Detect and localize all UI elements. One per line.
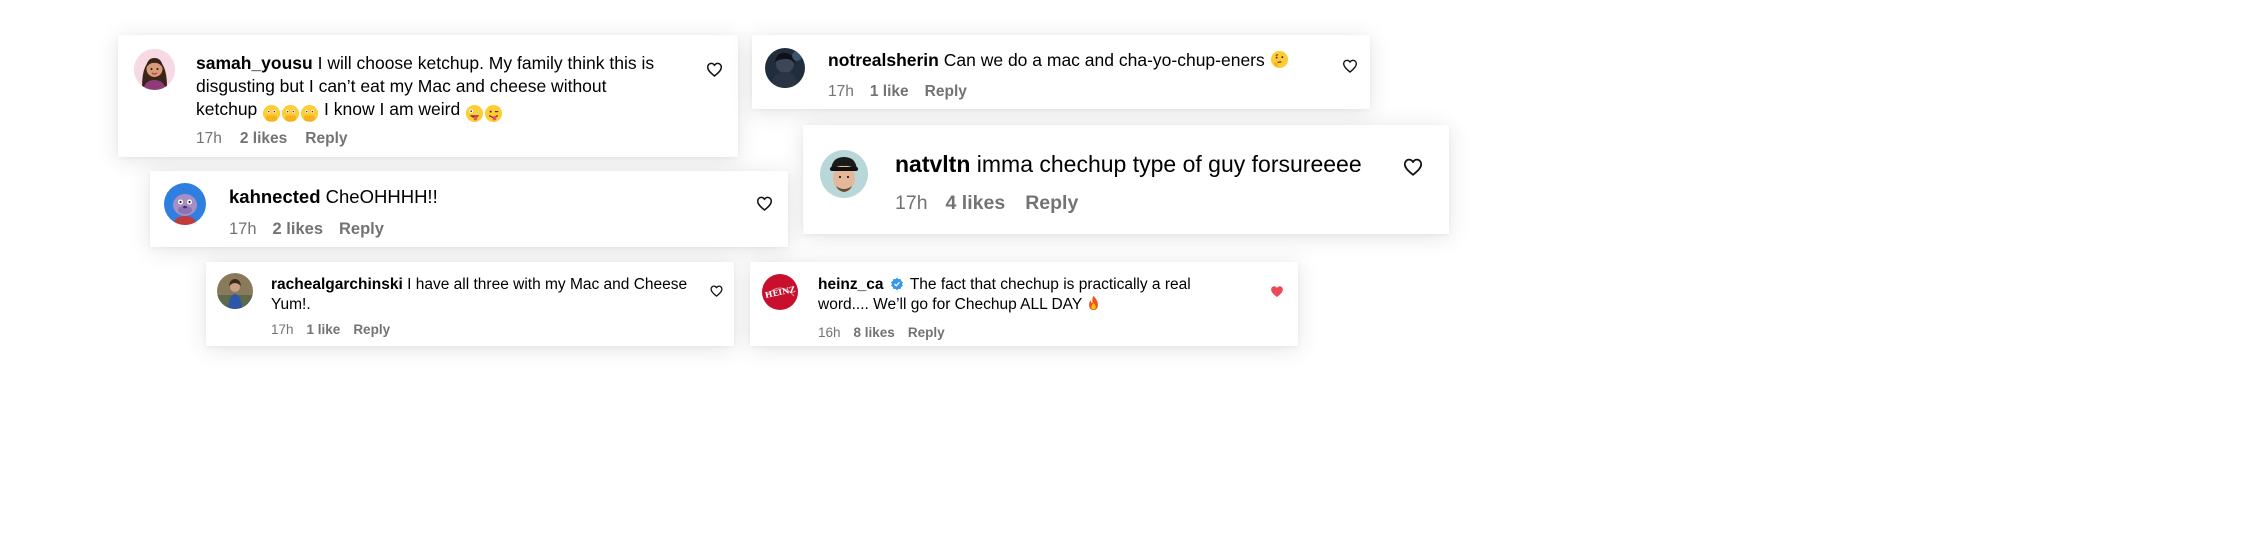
timestamp[interactable]: 17h bbox=[895, 191, 928, 215]
likes-count[interactable]: 4 likes bbox=[946, 191, 1006, 215]
comment-text: ketchup bbox=[196, 99, 258, 119]
comment-body: heinz_ca The fact that chechup is practi… bbox=[818, 275, 1258, 315]
timestamp[interactable]: 16h bbox=[818, 325, 841, 341]
comment-line: samah_yousu I will choose ketchup. My fa… bbox=[196, 52, 696, 75]
comment-meta: 17h 2 likes Reply bbox=[196, 130, 348, 148]
timestamp[interactable]: 17h bbox=[271, 322, 294, 338]
comment-meta: 16h 8 likes Reply bbox=[818, 325, 945, 341]
reply-button[interactable]: Reply bbox=[353, 322, 390, 338]
comment-card-rachealgarchinski: rachealgarchinski I have all three with … bbox=[206, 262, 734, 346]
avatar[interactable] bbox=[134, 49, 175, 90]
timestamp[interactable]: 17h bbox=[229, 219, 257, 239]
flushed-hands-face-icon bbox=[263, 104, 281, 122]
flushed-hands-face-icon bbox=[282, 104, 300, 122]
comment-text: CheOHHHH!! bbox=[325, 186, 438, 207]
reply-button[interactable]: Reply bbox=[908, 325, 945, 341]
likes-count[interactable]: 8 likes bbox=[854, 325, 895, 341]
comment-body: kahnected CheOHHHH!! bbox=[229, 185, 729, 209]
username[interactable]: natvltn bbox=[895, 151, 970, 177]
comment-meta: 17h 4 likes Reply bbox=[895, 191, 1078, 215]
like-heart-icon[interactable] bbox=[706, 62, 723, 77]
reply-button[interactable]: Reply bbox=[1025, 191, 1078, 215]
fire-icon bbox=[1089, 295, 1099, 311]
like-heart-icon[interactable] bbox=[1403, 158, 1423, 176]
comment-card-natvltn: natvltn imma chechup type of guy forsure… bbox=[803, 125, 1449, 234]
comment-text: word.... We’ll go for Chechup ALL DAY bbox=[818, 296, 1082, 313]
comment-text: I have all three with my Mac and Cheese bbox=[407, 276, 688, 293]
comment-text: Can we do a mac and cha-yo-chup-eners bbox=[943, 50, 1265, 70]
likes-count[interactable]: 2 likes bbox=[240, 130, 287, 148]
like-heart-icon[interactable] bbox=[756, 196, 773, 211]
liked-heart-icon[interactable] bbox=[1270, 285, 1284, 298]
reply-button[interactable]: Reply bbox=[925, 83, 967, 101]
comment-line: heinz_ca The fact that chechup is practi… bbox=[818, 275, 1258, 295]
comment-text: The fact that chechup is practically a r… bbox=[909, 276, 1191, 293]
comment-card-heinz: HEINZ heinz_ca The fact that chechup is … bbox=[750, 262, 1298, 346]
emoji-group bbox=[262, 101, 319, 124]
avatar[interactable] bbox=[820, 150, 868, 198]
reply-button[interactable]: Reply bbox=[305, 130, 347, 148]
thinking-face-icon bbox=[1270, 50, 1288, 69]
flushed-hands-face-icon bbox=[301, 104, 319, 122]
comment-line: word.... We’ll go for Chechup ALL DAY bbox=[818, 295, 1258, 315]
comment-text: I know I am weird bbox=[324, 99, 461, 119]
verified-badge-icon bbox=[890, 277, 903, 291]
comment-meta: 17h 2 likes Reply bbox=[229, 219, 384, 239]
comment-meta: 17h 1 like Reply bbox=[271, 322, 390, 338]
username[interactable]: notrealsherin bbox=[828, 50, 939, 70]
username[interactable]: rachealgarchinski bbox=[271, 276, 403, 293]
comment-card-samah: samah_yousu I will choose ketchup. My fa… bbox=[118, 35, 738, 157]
zany-face-icon bbox=[466, 104, 484, 122]
likes-count[interactable]: 1 like bbox=[307, 322, 341, 338]
avatar[interactable] bbox=[164, 183, 206, 225]
username[interactable]: kahnected bbox=[229, 186, 321, 207]
comment-card-notrealsherin: notrealsherin Can we do a mac and cha-yo… bbox=[752, 35, 1370, 109]
username[interactable]: samah_yousu bbox=[196, 53, 313, 73]
timestamp[interactable]: 17h bbox=[196, 130, 222, 148]
comment-line: rachealgarchinski I have all three with … bbox=[271, 275, 711, 295]
comment-body: samah_yousu I will choose ketchup. My fa… bbox=[196, 52, 696, 124]
comment-text: disgusting but I can’t eat my Mac and ch… bbox=[196, 76, 607, 96]
comment-meta: 17h 1 like Reply bbox=[828, 83, 967, 101]
like-heart-icon[interactable] bbox=[1342, 59, 1358, 73]
timestamp[interactable]: 17h bbox=[828, 83, 854, 101]
comment-text: Yum!. bbox=[271, 296, 311, 313]
comment-line: ketchup I know I am weird bbox=[196, 98, 696, 124]
comment-body: notrealsherin Can we do a mac and cha-yo… bbox=[828, 49, 1328, 72]
reply-button[interactable]: Reply bbox=[339, 219, 384, 239]
comment-text: I will choose ketchup. My family think t… bbox=[317, 53, 655, 73]
like-heart-icon[interactable] bbox=[710, 285, 723, 297]
likes-count[interactable]: 2 likes bbox=[273, 219, 323, 239]
comment-card-kahnected: kahnected CheOHHHH!! 17h 2 likes Reply bbox=[150, 171, 788, 247]
comment-body: rachealgarchinski I have all three with … bbox=[271, 275, 711, 315]
avatar[interactable]: HEINZ bbox=[762, 274, 798, 310]
emoji-group bbox=[465, 101, 503, 124]
comment-body: natvltn imma chechup type of guy forsure… bbox=[895, 150, 1415, 178]
username[interactable]: heinz_ca bbox=[818, 276, 883, 293]
avatar[interactable] bbox=[765, 48, 805, 88]
winking-tongue-face-icon bbox=[485, 104, 503, 122]
comment-text: imma chechup type of guy forsureeee bbox=[976, 151, 1362, 177]
likes-count[interactable]: 1 like bbox=[870, 83, 909, 101]
avatar[interactable] bbox=[217, 273, 253, 309]
